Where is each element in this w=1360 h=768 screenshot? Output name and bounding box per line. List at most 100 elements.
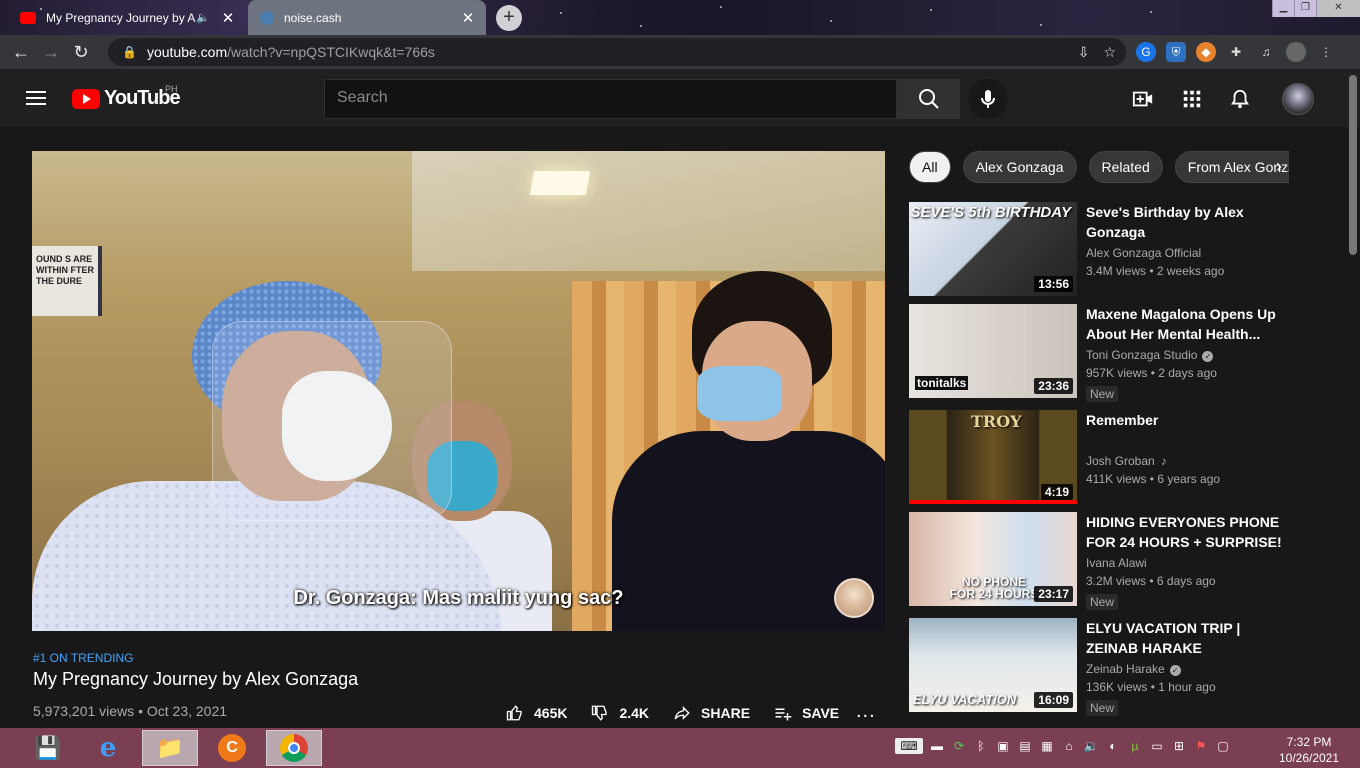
share-button[interactable]: SHARE bbox=[671, 704, 750, 722]
save-button[interactable]: SAVE bbox=[772, 704, 839, 722]
bookmark-star-icon[interactable]: ☆ bbox=[1103, 44, 1116, 61]
notifications-bell-icon[interactable] bbox=[1229, 88, 1251, 110]
recommendation-title[interactable]: ELYU VACATION TRIP | ZEINAB HARAKE bbox=[1086, 618, 1296, 658]
speaker-icon[interactable]: 🔈 bbox=[196, 11, 210, 24]
system-tray: ⌨ ▬ ⟳ ᛒ ▣ ▤ ▦ ⌂ 🔉 ◐ µ ▭ ⊞ ⚑ ▢ bbox=[895, 738, 1231, 754]
page-scrollbar[interactable] bbox=[1349, 75, 1357, 255]
more-actions-icon[interactable]: ... bbox=[856, 700, 876, 723]
close-tab-icon[interactable]: ✕ bbox=[218, 9, 238, 27]
recommendation-title[interactable]: Remember bbox=[1086, 410, 1296, 430]
shield-extension-icon[interactable]: ⛨ bbox=[1166, 42, 1186, 62]
hamburger-menu-icon[interactable] bbox=[26, 91, 46, 109]
music-note-icon: ♪ bbox=[1160, 454, 1167, 468]
address-bar[interactable]: 🔒 youtube.com/watch?v=npQSTCIKwqk&t=766s… bbox=[108, 38, 1126, 66]
media-controls-icon[interactable]: ♫ bbox=[1256, 42, 1276, 62]
recommendation-channel[interactable]: Ivana Alawi bbox=[1086, 556, 1147, 570]
menu-dots-icon[interactable]: ⋮ bbox=[1316, 42, 1336, 62]
account-avatar[interactable] bbox=[1282, 83, 1314, 115]
verified-check-icon: ✓ bbox=[1202, 351, 1214, 362]
profile-icon[interactable] bbox=[1286, 42, 1306, 62]
video-thumbnail[interactable]: tonitalks 23:36 bbox=[909, 304, 1077, 398]
video-duration: 4:19 bbox=[1040, 484, 1073, 500]
video-player[interactable]: OUND S ARE WITHIN FTER THE DURE Dr. Gonz… bbox=[32, 151, 885, 631]
recommendation-item[interactable]: tonitalks 23:36 Maxene Magalona Opens Up… bbox=[909, 304, 1349, 402]
monitor-icon[interactable]: ▤ bbox=[1017, 738, 1033, 754]
security-icon[interactable]: ⌂ bbox=[1061, 738, 1077, 754]
chip-related[interactable]: Related bbox=[1088, 151, 1163, 183]
video-thumbnail[interactable]: ELYU VACATION 16:09 bbox=[909, 618, 1077, 712]
restore-icon[interactable]: ❐ bbox=[1294, 0, 1316, 17]
recommendation-channel[interactable]: Zeinab Harake ✓ bbox=[1086, 662, 1181, 676]
taskbar-file-explorer[interactable]: 📁 bbox=[142, 730, 198, 766]
thumbnail-caption: ELYU VACATION bbox=[913, 692, 1017, 707]
close-window-icon[interactable]: ✕ bbox=[1316, 0, 1360, 17]
save-label: SAVE bbox=[802, 705, 840, 721]
thumbnail-caption: NO PHONE FOR 24 HOURS bbox=[949, 575, 1039, 601]
recommendation-channel[interactable]: Alex Gonzaga Official bbox=[1086, 246, 1201, 260]
youtube-logo[interactable]: YouTube bbox=[72, 87, 181, 110]
recommendation-channel[interactable]: Toni Gonzaga Studio ✓ bbox=[1086, 348, 1214, 362]
puzzle-extensions-icon[interactable]: ✚ bbox=[1226, 42, 1246, 62]
tab-youtube[interactable]: My Pregnancy Journey by Alex Gonzaga - Y… bbox=[8, 0, 246, 35]
trending-link[interactable]: #1 ON TRENDING bbox=[33, 651, 133, 665]
channel-watermark[interactable] bbox=[834, 578, 874, 618]
recommendation-item[interactable]: ELYU VACATION 16:09 ELYU VACATION TRIP |… bbox=[909, 618, 1349, 716]
display-icon[interactable]: ▣ bbox=[995, 738, 1011, 754]
drive-icon[interactable]: ▬ bbox=[929, 738, 945, 754]
grammarly-extension-icon[interactable]: G bbox=[1136, 42, 1156, 62]
minimize-icon[interactable]: ▁ bbox=[1272, 0, 1294, 17]
flag-icon[interactable]: ⚑ bbox=[1193, 738, 1209, 754]
bluetooth-icon[interactable]: ᛒ bbox=[973, 738, 989, 754]
chip-all[interactable]: All bbox=[909, 151, 951, 183]
voice-search-button[interactable] bbox=[968, 79, 1008, 119]
tray-app-icon[interactable]: ◐ bbox=[1105, 738, 1121, 754]
taskbar-chrome[interactable] bbox=[266, 730, 322, 766]
chip-alex-gonzaga[interactable]: Alex Gonzaga bbox=[962, 151, 1077, 183]
search-button[interactable] bbox=[897, 79, 960, 119]
tab-noise-cash[interactable]: noise.cash ✕ bbox=[248, 0, 486, 35]
volume-icon[interactable]: 🔉 bbox=[1083, 738, 1099, 754]
video-title: My Pregnancy Journey by Alex Gonzaga bbox=[33, 669, 359, 689]
new-tab-button[interactable]: + bbox=[496, 5, 522, 31]
power-icon[interactable]: ▭ bbox=[1149, 738, 1165, 754]
refresh-tray-icon[interactable]: ⟳ bbox=[951, 738, 967, 754]
video-thumbnail[interactable]: SEVE'S 5th BIRTHDAY 13:56 bbox=[909, 202, 1077, 296]
keyboard-icon[interactable]: ⌨ bbox=[895, 738, 923, 754]
recommendation-title[interactable]: Seve's Birthday by Alex Gonzaga bbox=[1086, 202, 1296, 242]
metamask-extension-icon[interactable]: ◆ bbox=[1196, 42, 1216, 62]
forward-arrow-icon[interactable]: → bbox=[36, 42, 66, 63]
search-input[interactable]: Search bbox=[324, 79, 897, 119]
chevron-right-icon[interactable]: › bbox=[1276, 156, 1282, 177]
youtube-favicon-icon bbox=[20, 11, 36, 24]
video-scene-light bbox=[529, 171, 591, 195]
recommendation-item[interactable]: SEVE'S 5th BIRTHDAY 13:56 Seve's Birthda… bbox=[909, 202, 1349, 296]
microphone-icon bbox=[981, 90, 995, 108]
network-icon[interactable]: ⊞ bbox=[1171, 738, 1187, 754]
dislike-button[interactable]: 2.4K bbox=[589, 704, 649, 722]
back-arrow-icon[interactable]: ← bbox=[6, 42, 36, 63]
taskbar-ccleaner[interactable]: C bbox=[204, 730, 260, 766]
video-thumbnail[interactable]: NO PHONE FOR 24 HOURS 23:17 bbox=[909, 512, 1077, 606]
chip-from-alex-gonzaga[interactable]: From Alex Gonzaga bbox=[1174, 151, 1289, 183]
apps-grid-icon[interactable] bbox=[1181, 88, 1203, 110]
reload-icon[interactable]: ↻ bbox=[66, 42, 96, 63]
lock-icon[interactable]: 🔒 bbox=[122, 45, 137, 59]
recommendation-item[interactable]: TROY 4:19 Remember Josh Groban ♪ 411K vie… bbox=[909, 410, 1349, 504]
video-thumbnail[interactable]: TROY 4:19 bbox=[909, 410, 1077, 504]
close-tab-icon[interactable]: ✕ bbox=[458, 9, 478, 27]
youtube-play-icon bbox=[72, 88, 100, 109]
taskbar-clock[interactable]: 7:32 PM 10/26/2021 bbox=[1278, 734, 1340, 766]
utorrent-icon[interactable]: µ bbox=[1127, 738, 1143, 754]
recommendation-title[interactable]: HIDING EVERYONES PHONE FOR 24 HOURS + SU… bbox=[1086, 512, 1296, 552]
install-app-icon[interactable]: ⇩ bbox=[1078, 44, 1090, 61]
recommendation-item[interactable]: NO PHONE FOR 24 HOURS 23:17 HIDING EVERY… bbox=[909, 512, 1349, 610]
taskbar-app-tools[interactable]: 💾 bbox=[20, 730, 76, 766]
card-icon[interactable]: ▦ bbox=[1039, 738, 1055, 754]
recommendation-channel[interactable]: Josh Groban ♪ bbox=[1086, 454, 1167, 468]
background-star bbox=[1040, 24, 1042, 26]
taskbar-internet-explorer[interactable]: e bbox=[80, 730, 136, 766]
action-center-icon[interactable]: ▢ bbox=[1215, 738, 1231, 754]
create-video-icon[interactable] bbox=[1132, 88, 1154, 110]
like-button[interactable]: 465K bbox=[504, 704, 567, 722]
recommendation-title[interactable]: Maxene Magalona Opens Up About Her Menta… bbox=[1086, 304, 1296, 344]
